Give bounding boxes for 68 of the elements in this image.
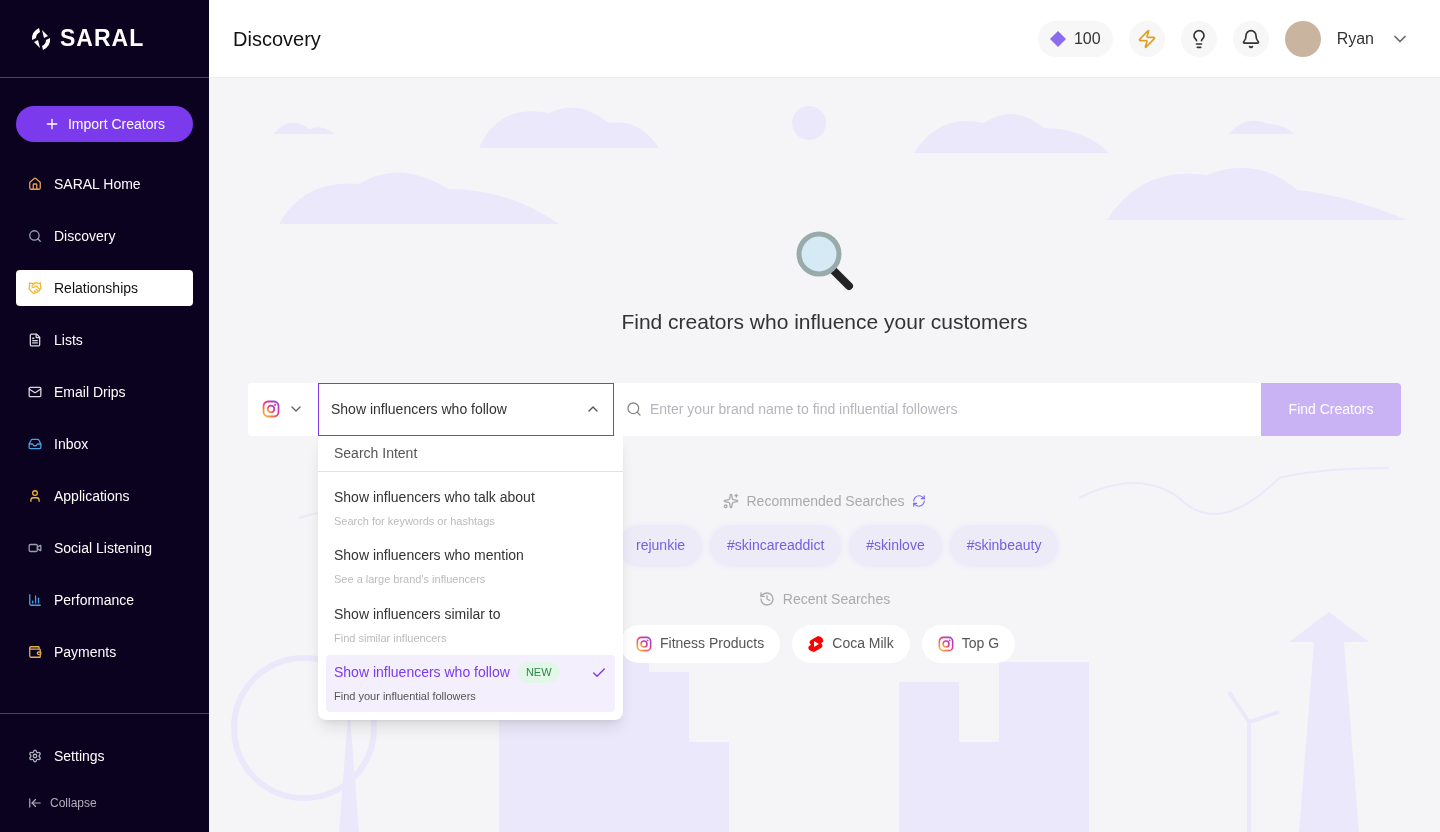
logo-text: SARAL	[60, 24, 145, 54]
inbox-icon	[28, 437, 42, 451]
hero-title: Find creators who influence your customers	[621, 309, 1028, 335]
sidebar-item[interactable]: Lists	[16, 322, 193, 358]
search-icon	[28, 229, 42, 243]
option-label: Show influencers who talk about	[334, 487, 535, 507]
menu-header: Search Intent	[318, 435, 623, 472]
bell-icon	[1240, 28, 1261, 49]
document-icon	[28, 333, 42, 347]
camera-icon	[636, 635, 652, 652]
recent-search-chip[interactable]: Fitness Products	[620, 624, 781, 663]
envelope-icon	[28, 385, 42, 399]
menu-option[interactable]: Show influencers similar to Find similar influencers	[326, 596, 615, 653]
lightning-icon	[1136, 28, 1157, 49]
sidebar-item[interactable]: Payments	[16, 634, 193, 670]
camera-icon	[262, 400, 280, 418]
sidebar-item[interactable]: Applications	[16, 478, 193, 514]
menu-option[interactable]: Show influencers who mention See a large brand's influencers	[326, 538, 615, 595]
hashtag-chip[interactable]: #skinbeauty	[950, 526, 1058, 565]
collapse-button[interactable]: Collapse	[16, 794, 193, 812]
user-name[interactable]: Ryan	[1336, 26, 1374, 51]
settings-icon	[28, 749, 42, 763]
handshake-icon	[28, 281, 42, 295]
house-icon	[28, 177, 42, 191]
refresh-icon[interactable]	[912, 494, 927, 508]
menu-option[interactable]: Show influencers who follow NEW Find your influential followers	[326, 655, 615, 712]
section-title: Recent Searches	[782, 589, 891, 609]
person-icon	[28, 489, 42, 503]
option-hint: See a large brand's influencers	[334, 572, 487, 587]
sparkles-icon	[722, 493, 739, 509]
wallet-icon	[28, 645, 42, 659]
play-icon	[808, 634, 825, 653]
camera-icon	[937, 635, 954, 652]
option-hint: Search for keywords or hashtags	[334, 513, 496, 529]
new-badge: NEW	[517, 662, 560, 683]
collapse-icon	[28, 796, 42, 810]
sidebar-item[interactable]: Inbox	[16, 426, 193, 462]
search-icon	[626, 401, 642, 417]
hashtag-chip[interactable]: rejunkie	[620, 526, 702, 565]
recent-search-chip[interactable]: Coca Milk	[792, 624, 910, 663]
history-icon	[758, 591, 775, 607]
sidebar-item[interactable]: Performance	[16, 582, 193, 618]
sidebar-item[interactable]: Settings	[16, 738, 193, 774]
intent-select[interactable]: Show influencers who follow	[318, 382, 614, 436]
section-title: Recommended Searches	[746, 491, 905, 511]
option-hint: Find your influential followers	[334, 689, 477, 704]
menu-option[interactable]: Show influencers who talk about Search for keywords or hashtags	[326, 479, 615, 536]
sidebar-item[interactable]: Discovery	[16, 218, 193, 254]
recent-search-chip[interactable]: Top G	[921, 624, 1016, 663]
logo-icon	[30, 25, 52, 52]
sidebar-item[interactable]: Email Drips	[16, 374, 193, 410]
import-creators-button[interactable]: Import Creators	[16, 106, 193, 142]
diamond-icon	[1049, 30, 1066, 47]
hashtag-chip[interactable]: #skinlove	[850, 526, 941, 565]
sidebar-item[interactable]: Relationships	[16, 270, 193, 306]
hashtag-chip[interactable]: #skincareaddict	[711, 526, 841, 565]
credits-pill[interactable]: 100	[1037, 20, 1113, 57]
option-label: Show influencers similar to	[334, 604, 501, 624]
user-avatar[interactable]	[1284, 20, 1321, 57]
page-title: Discovery	[233, 26, 322, 52]
sidebar-item[interactable]: SARAL Home	[16, 166, 193, 202]
option-label: Show influencers who mention	[334, 546, 524, 565]
video-camera-icon	[28, 541, 42, 555]
brand-search-field[interactable]: Enter your brand name to find influential followers	[650, 398, 1249, 420]
option-label: Show influencers who follow	[334, 663, 510, 682]
bar-chart-icon	[28, 593, 42, 607]
option-hint: Find similar influencers	[334, 630, 448, 646]
sidebar-item[interactable]: Social Listening	[16, 530, 193, 566]
